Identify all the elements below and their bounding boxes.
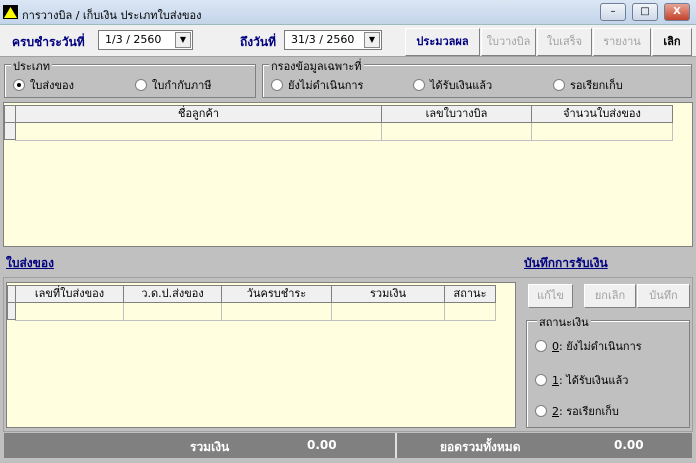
radio-tax-invoice[interactable]: ใบกำกับภาษี — [135, 76, 212, 94]
record-payment-link[interactable]: บันทึกการรับเงิน — [524, 254, 608, 273]
radio-label: ได้รับเงินแล้ว — [430, 79, 493, 92]
delivery-grid[interactable]: เลขที่ใบส่งของ ว.ด.ป.ส่งของ วันครบชำระ ร… — [6, 282, 516, 428]
column-header-delivery-no[interactable]: เลขที่ใบส่งของ — [15, 285, 124, 303]
radio-icon — [413, 79, 425, 91]
billing-note-button[interactable]: ใบวางบิล — [481, 28, 536, 56]
window-title: การวางบิล / เก็บเงิน ประเภทใบส่งของ — [22, 9, 202, 22]
filter-not-processed[interactable]: ยังไม่ดำเนินการ — [271, 76, 363, 94]
edit-button[interactable]: แก้ไข — [528, 284, 573, 308]
status-label: : ได้รับเงินแล้ว — [559, 374, 629, 387]
grand-total-label: ยอดรวมทั้งหมด — [440, 440, 521, 454]
title-bar: การวางบิล / เก็บเงิน ประเภทใบส่งของ – □ … — [0, 0, 696, 25]
table-cell[interactable] — [444, 303, 496, 321]
app-icon — [3, 5, 18, 19]
due-from-label: ครบชำระวันที่ — [12, 35, 85, 49]
table-cell[interactable] — [531, 123, 673, 141]
customer-grid[interactable]: ชื่อลูกค้า เลขใบวางบิล จำนวนใบส่งของ — [3, 102, 693, 247]
filter-group-title: กรองข้อมูลเฉพาะที่ — [269, 57, 364, 75]
radio-icon — [135, 79, 147, 91]
table-cell[interactable] — [221, 303, 332, 321]
status-key: 1 — [552, 374, 559, 387]
radio-icon — [553, 79, 565, 91]
filter-paid[interactable]: ได้รับเงินแล้ว — [413, 76, 492, 94]
to-date-combo[interactable]: 31/3 / 2560 ▼ — [284, 30, 382, 50]
type-group: ประเภท ใบส่งของ ใบกำกับภาษี — [4, 57, 256, 98]
column-header-amount[interactable]: รวมเงิน — [331, 285, 445, 303]
minimize-button[interactable]: – — [600, 3, 626, 21]
due-from-value: 1/3 / 2560 — [105, 33, 162, 46]
column-header-customer[interactable]: ชื่อลูกค้า — [15, 105, 382, 123]
column-header-delivery-count[interactable]: จำนวนใบส่งของ — [531, 105, 673, 123]
radio-label: ยังไม่ดำเนินการ — [288, 79, 364, 92]
process-button[interactable]: ประมวลผล — [405, 28, 480, 56]
money-status-group: สถานะเงิน 0: ยังไม่ดำเนินการ 1: ได้รับเง… — [526, 313, 690, 428]
table-cell[interactable] — [15, 303, 124, 321]
cancel-button[interactable]: ยกเลิก — [584, 284, 636, 308]
status-label: : ยังไม่ดำเนินการ — [559, 340, 642, 353]
filter-group: กรองข้อมูลเฉพาะที่ ยังไม่ดำเนินการ ได้รั… — [262, 57, 692, 98]
radio-icon — [535, 340, 547, 352]
summary-bar: รวมเงิน 0.00 ยอดรวมทั้งหมด 0.00 — [4, 433, 692, 458]
column-header-status[interactable]: สถานะ — [444, 285, 496, 303]
maximize-button[interactable]: □ — [632, 3, 658, 21]
exit-button[interactable]: เลิก — [652, 28, 692, 56]
column-header-delivery-date[interactable]: ว.ด.ป.ส่งของ — [123, 285, 222, 303]
receipt-button[interactable]: ใบเสร็จ — [537, 28, 592, 56]
radio-label: ใบกำกับภาษี — [152, 79, 212, 92]
radio-icon — [271, 79, 283, 91]
money-status-1[interactable]: 1: ได้รับเงินแล้ว — [535, 371, 628, 389]
due-from-date-combo[interactable]: 1/3 / 2560 ▼ — [98, 30, 193, 50]
radio-label: ใบส่งของ — [30, 79, 74, 92]
to-date-label: ถึงวันที่ — [240, 35, 276, 49]
close-button[interactable]: X — [664, 3, 690, 21]
table-cell[interactable] — [15, 123, 382, 141]
column-header-bill-no[interactable]: เลขใบวางบิล — [381, 105, 532, 123]
filter-pending[interactable]: รอเรียกเก็บ — [553, 76, 623, 94]
chevron-down-icon[interactable]: ▼ — [175, 32, 191, 48]
radio-icon — [535, 374, 547, 386]
radio-label: รอเรียกเก็บ — [570, 79, 623, 92]
money-status-2[interactable]: 2: รอเรียกเก็บ — [535, 402, 619, 420]
table-cell[interactable] — [123, 303, 222, 321]
delivery-notes-link[interactable]: ใบส่งของ — [6, 254, 54, 273]
report-button[interactable]: รายงาน — [593, 28, 651, 56]
to-date-value: 31/3 / 2560 — [291, 33, 355, 46]
status-label: : รอเรียกเก็บ — [559, 405, 619, 418]
column-header-due-date[interactable]: วันครบชำระ — [221, 285, 332, 303]
status-key: 2 — [552, 405, 559, 418]
table-cell[interactable] — [381, 123, 532, 141]
type-group-title: ประเภท — [11, 57, 53, 75]
divider — [395, 433, 397, 458]
radio-selected-icon — [13, 79, 25, 91]
grand-total-value: 0.00 — [614, 438, 644, 452]
table-cell[interactable] — [331, 303, 445, 321]
chevron-down-icon[interactable]: ▼ — [364, 32, 380, 48]
status-key: 0 — [552, 340, 559, 353]
radio-icon — [535, 405, 547, 417]
money-status-title: สถานะเงิน — [537, 313, 591, 331]
money-status-0[interactable]: 0: ยังไม่ดำเนินการ — [535, 337, 642, 355]
sum-value: 0.00 — [307, 438, 337, 452]
radio-delivery-note[interactable]: ใบส่งของ — [13, 76, 74, 94]
save-button[interactable]: บันทึก — [637, 284, 690, 308]
sum-label: รวมเงิน — [190, 440, 230, 454]
